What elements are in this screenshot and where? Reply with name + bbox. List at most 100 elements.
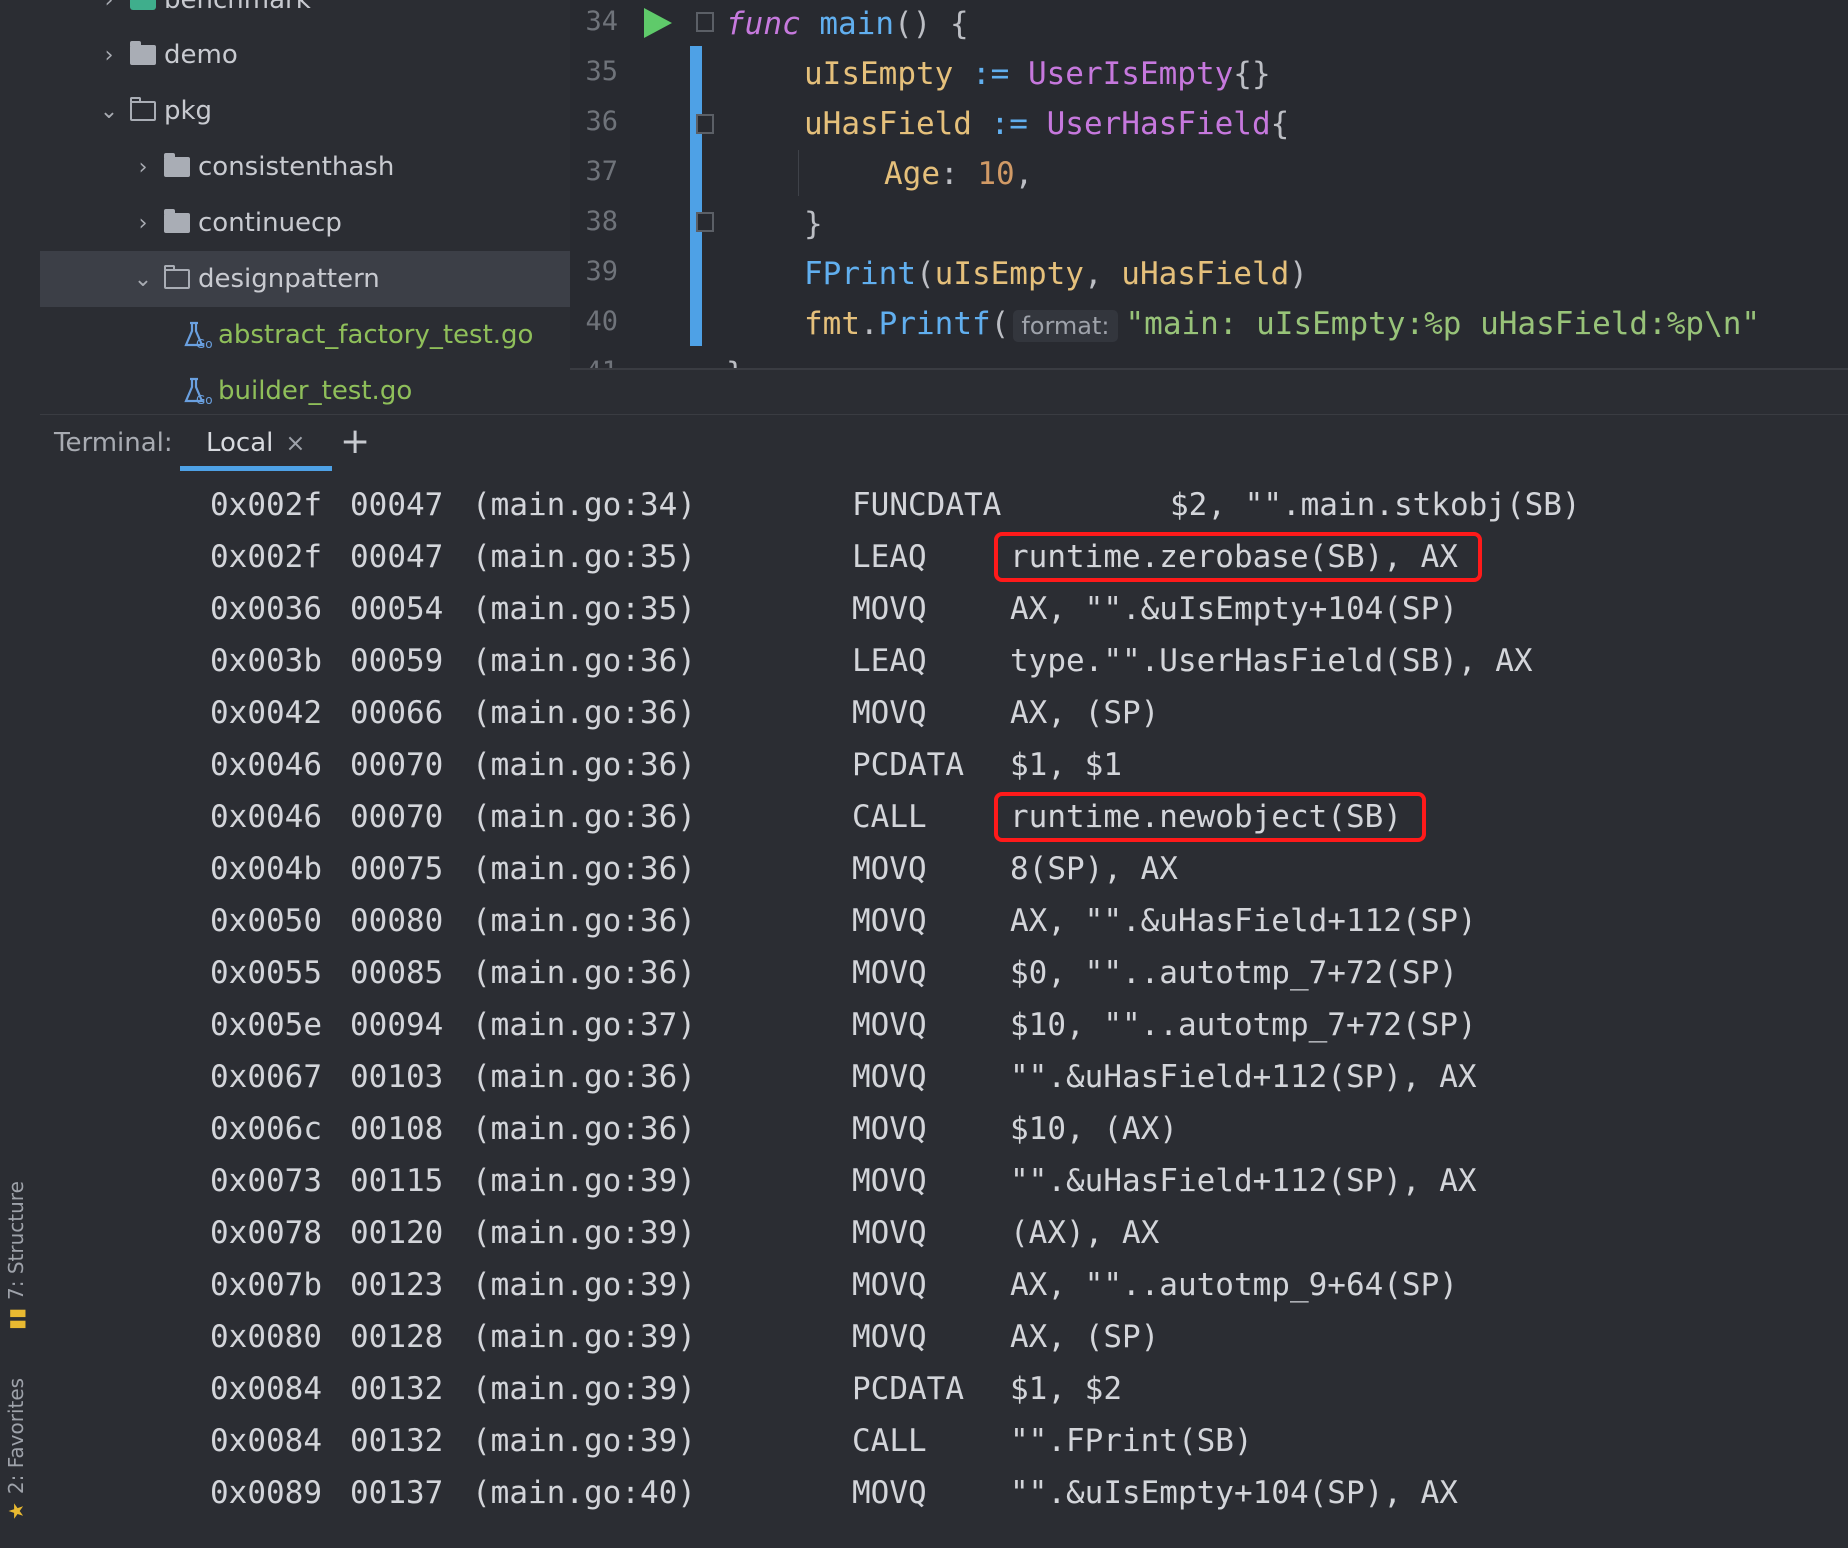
asm-addr: 0x0080 [210, 1319, 322, 1355]
code-line-39: FPrint(uIsEmpty, uHasField) [804, 256, 1308, 292]
close-icon[interactable]: × [285, 429, 305, 457]
asm-op: MOVQ [852, 1163, 927, 1199]
asm-op: PCDATA [852, 747, 964, 783]
asm-addr: 0x0042 [210, 695, 322, 731]
asm-addr: 0x0089 [210, 1475, 322, 1511]
highlight-box [994, 532, 1482, 582]
asm-addr: 0x003b [210, 643, 322, 679]
run-icon[interactable] [642, 6, 674, 40]
terminal-header: Terminal: Local × + [40, 414, 1848, 472]
code-line-34: func main() { [726, 6, 969, 42]
asm-op: MOVQ [852, 1059, 927, 1095]
asm-args: AX, "".&uIsEmpty+104(SP) [1010, 591, 1458, 627]
chevron-right-icon[interactable]: › [94, 0, 124, 13]
asm-args: AX, "".&uHasField+112(SP) [1010, 903, 1477, 939]
svg-text:Go: Go [196, 393, 213, 406]
asm-addr: 0x002f [210, 487, 322, 523]
asm-off: 00080 [350, 903, 444, 939]
folder-icon [130, 41, 156, 65]
asm-addr: 0x002f [210, 539, 322, 575]
chevron-down-icon[interactable]: ⌄ [94, 99, 124, 124]
asm-addr: 0x004b [210, 851, 322, 887]
asm-src: (main.go:36) [472, 643, 696, 679]
structure-tool-tab[interactable]: ▮▮7: Structure [4, 1181, 28, 1330]
terminal-tab-local[interactable]: Local × [180, 415, 332, 471]
terminal-tab-label: Local [206, 428, 274, 458]
asm-off: 00103 [350, 1059, 444, 1095]
asm-off: 00123 [350, 1267, 444, 1303]
asm-op: MOVQ [852, 1007, 927, 1043]
left-tool-strip: ▮▮7: Structure ★2: Favorites [0, 0, 41, 1548]
asm-off: 00075 [350, 851, 444, 887]
chevron-right-icon[interactable]: › [94, 43, 124, 68]
add-terminal-button[interactable]: + [340, 421, 370, 462]
tree-item-demo[interactable]: › demo [40, 27, 570, 83]
tree-item-continuecp[interactable]: › continuecp [40, 195, 570, 251]
folder-open-icon [164, 265, 190, 289]
asm-args: "".&uHasField+112(SP), AX [1010, 1163, 1477, 1199]
favorites-tool-tab[interactable]: ★2: Favorites [4, 1378, 28, 1520]
asm-off: 00132 [350, 1371, 444, 1407]
asm-addr: 0x007b [210, 1267, 322, 1303]
asm-op: MOVQ [852, 695, 927, 731]
code-line-35: uIsEmpty := UserIsEmpty{} [804, 56, 1271, 92]
folder-icon [164, 153, 190, 177]
parameter-hint: format: [1013, 310, 1118, 342]
fold-icon[interactable] [696, 12, 714, 32]
star-icon: ★ [4, 1502, 28, 1520]
chevron-down-icon[interactable]: ⌄ [128, 267, 158, 292]
tree-item-pkg[interactable]: ⌄ pkg [40, 83, 570, 139]
line-number: 40 [585, 306, 618, 337]
asm-addr: 0x005e [210, 1007, 322, 1043]
asm-args: 8(SP), AX [1010, 851, 1178, 887]
asm-args: $0, ""..autotmp_7+72(SP) [1010, 955, 1458, 991]
asm-op: MOVQ [852, 1267, 927, 1303]
highlight-box [994, 792, 1426, 842]
asm-args: "".FPrint(SB) [1010, 1423, 1253, 1459]
vcs-change-marker[interactable] [690, 46, 702, 346]
fold-icon[interactable] [696, 114, 714, 134]
asm-op: MOVQ [852, 1475, 927, 1511]
asm-off: 00120 [350, 1215, 444, 1251]
asm-src: (main.go:35) [472, 539, 696, 575]
asm-args: $10, ""..autotmp_7+72(SP) [1010, 1007, 1477, 1043]
terminal-title: Terminal: [54, 428, 173, 458]
go-test-file-icon: Go [184, 377, 213, 406]
tree-item-designpattern[interactable]: ⌄ designpattern [40, 251, 570, 307]
line-number: 36 [585, 106, 618, 137]
fold-icon[interactable] [696, 212, 714, 232]
asm-src: (main.go:40) [472, 1475, 696, 1511]
asm-op: MOVQ [852, 851, 927, 887]
svg-text:Go: Go [196, 337, 213, 350]
chevron-right-icon[interactable]: › [128, 155, 158, 180]
asm-src: (main.go:39) [472, 1163, 696, 1199]
project-tree: › benchmark › demo ⌄ pkg › consistenthas… [40, 0, 570, 414]
code-editor[interactable]: 34 35 36 37 38 39 40 41 func main() { uI… [570, 0, 1848, 370]
asm-off: 00128 [350, 1319, 444, 1355]
asm-src: (main.go:36) [472, 851, 696, 887]
tree-item-abstract-factory-test[interactable]: Go abstract_factory_test.go [40, 307, 570, 363]
asm-op: MOVQ [852, 1319, 927, 1355]
terminal-output[interactable]: 0x002f 00047 (main.go:34) FUNCDATA $2, "".ma… [40, 471, 1848, 1548]
asm-off: 00137 [350, 1475, 444, 1511]
asm-off: 00047 [350, 539, 444, 575]
asm-args: "".&uIsEmpty+104(SP), AX [1010, 1475, 1458, 1511]
tree-item-consistenthash[interactable]: › consistenthash [40, 139, 570, 195]
asm-src: (main.go:36) [472, 747, 696, 783]
asm-off: 00115 [350, 1163, 444, 1199]
asm-op: LEAQ [852, 643, 927, 679]
asm-src: (main.go:36) [472, 955, 696, 991]
asm-src: (main.go:35) [472, 591, 696, 627]
asm-op: MOVQ [852, 903, 927, 939]
structure-icon: ▮▮ [4, 1307, 28, 1330]
tree-item-builder-test[interactable]: Go builder_test.go [40, 363, 570, 414]
line-number: 34 [585, 6, 618, 37]
asm-off: 00070 [350, 747, 444, 783]
asm-args: type."".UserHasField(SB), AX [1010, 643, 1533, 679]
asm-args: $2, "".main.stkobj(SB) [1170, 487, 1581, 523]
asm-args: $1, $1 [1010, 747, 1122, 783]
asm-addr: 0x006c [210, 1111, 322, 1147]
chevron-right-icon[interactable]: › [128, 211, 158, 236]
asm-off: 00059 [350, 643, 444, 679]
tree-item-benchmark[interactable]: › benchmark [40, 0, 570, 28]
